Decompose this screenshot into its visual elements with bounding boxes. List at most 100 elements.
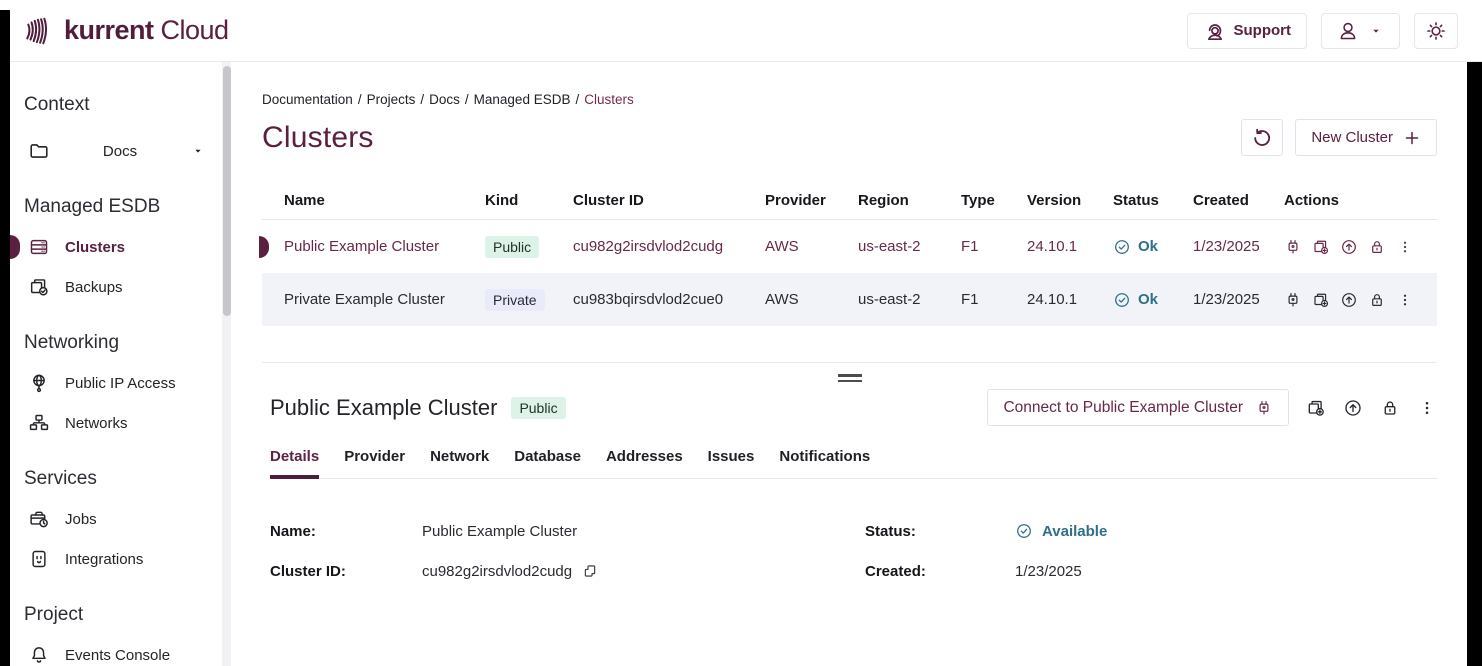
check-circle-icon — [1113, 291, 1131, 309]
tab-network[interactable]: Network — [430, 448, 489, 479]
app-window: kurrentCloud Support Context Docs Manage… — [0, 0, 1482, 666]
connect-plug-icon[interactable] — [1284, 238, 1302, 256]
refresh-button[interactable] — [1241, 119, 1283, 156]
tab-database[interactable]: Database — [514, 448, 581, 479]
new-cluster-label: New Cluster — [1311, 129, 1393, 146]
detail-menu-kebab-icon[interactable] — [1417, 398, 1437, 418]
context-selector-value: Docs — [50, 143, 190, 160]
cell-created: 1/23/2025 — [1193, 238, 1284, 255]
resize-drag-handle[interactable] — [835, 371, 865, 385]
create-backup-icon[interactable] — [1312, 238, 1330, 256]
sidebar-item-label: Public IP Access — [65, 375, 176, 392]
tab-details[interactable]: Details — [270, 448, 319, 479]
cell-provider: AWS — [765, 291, 858, 308]
upgrade-icon[interactable] — [1340, 238, 1358, 256]
field-status: Status: Available — [865, 511, 1437, 551]
brand-wordmark: kurrentCloud — [64, 15, 229, 46]
sidebar-section-networking: Networking — [24, 332, 216, 354]
support-button[interactable]: Support — [1187, 13, 1308, 49]
plus-icon — [1403, 129, 1421, 147]
cell-status: Ok — [1113, 291, 1193, 309]
field-value: Public Example Cluster — [422, 523, 577, 540]
theme-toggle-button[interactable] — [1414, 13, 1458, 49]
create-backup-icon[interactable] — [1306, 398, 1326, 418]
tab-provider[interactable]: Provider — [344, 448, 405, 479]
tab-notifications[interactable]: Notifications — [779, 448, 870, 479]
lock-icon[interactable] — [1368, 291, 1386, 309]
chevron-down-icon — [190, 143, 206, 159]
user-icon — [1337, 20, 1359, 42]
connect-plug-icon[interactable] — [1284, 291, 1302, 309]
sidebar-item-jobs[interactable]: Jobs — [24, 500, 216, 538]
field-value: Available — [1042, 523, 1107, 540]
field-label: Cluster ID: — [270, 563, 422, 580]
sidebar-scrollbar-thumb[interactable] — [223, 66, 231, 316]
upgrade-icon[interactable] — [1343, 398, 1363, 418]
screen-edge-right — [1467, 62, 1482, 666]
connect-plug-icon — [1255, 399, 1273, 417]
tab-issues[interactable]: Issues — [708, 448, 755, 479]
breadcrumb-current: Clusters — [584, 92, 634, 107]
chevron-down-icon — [1368, 23, 1384, 39]
table-row-private-cluster[interactable]: Private Example Cluster Private cu983bqi… — [262, 273, 1437, 326]
sidebar-item-public-ip-access[interactable]: Public IP Access — [24, 364, 216, 402]
table-row-public-cluster[interactable]: Public Example Cluster Public cu982g2irs… — [262, 220, 1437, 273]
row-menu-kebab-icon[interactable] — [1396, 238, 1414, 256]
context-selector[interactable]: Docs — [24, 130, 216, 172]
cell-region: us-east-2 — [858, 238, 961, 255]
column-header-region: Region — [858, 192, 961, 209]
sidebar-scrollbar — [222, 62, 231, 666]
sidebar-item-label: Clusters — [65, 239, 125, 256]
breadcrumb-item[interactable]: Docs — [429, 92, 460, 107]
column-header-created: Created — [1193, 192, 1284, 209]
clusters-table: Name Kind Cluster ID Provider Region Typ… — [262, 182, 1437, 326]
column-header-cluster-id: Cluster ID — [573, 192, 765, 209]
column-header-provider: Provider — [765, 192, 858, 209]
sidebar-item-clusters[interactable]: Clusters — [24, 228, 216, 266]
create-backup-icon[interactable] — [1312, 291, 1330, 309]
sidebar-item-label: Events Console — [65, 647, 170, 664]
account-menu-button[interactable] — [1321, 13, 1400, 49]
breadcrumb-item[interactable]: Projects — [367, 92, 416, 107]
cell-version: 24.10.1 — [1027, 291, 1113, 308]
sidebar-item-label: Jobs — [65, 511, 97, 528]
kurrent-logo-mark — [24, 15, 54, 47]
cell-region: us-east-2 — [858, 291, 961, 308]
breadcrumb-item[interactable]: Documentation — [262, 92, 353, 107]
headset-icon — [1203, 20, 1225, 42]
cell-version: 24.10.1 — [1027, 238, 1113, 255]
detail-title: Public Example Cluster — [270, 395, 497, 421]
lock-icon[interactable] — [1368, 238, 1386, 256]
cluster-detail-panel: Public Example Cluster Public Connect to… — [262, 363, 1437, 591]
breadcrumb: Documentation/Projects/Docs/Managed ESDB… — [262, 92, 1437, 107]
breadcrumb-item[interactable]: Managed ESDB — [474, 92, 571, 107]
field-label: Name: — [270, 523, 422, 540]
check-circle-icon — [1113, 238, 1131, 256]
sidebar-item-integrations[interactable]: Integrations — [24, 540, 216, 578]
globe-icon — [28, 372, 50, 394]
column-header-type: Type — [961, 192, 1027, 209]
copy-icon[interactable] — [582, 563, 598, 579]
new-cluster-button[interactable]: New Cluster — [1295, 119, 1437, 156]
sidebar-section-managed-esdb: Managed ESDB — [24, 196, 216, 218]
field-value: 1/23/2025 — [1015, 563, 1082, 580]
field-value: cu982g2irsdvlod2cudg — [422, 563, 572, 580]
connect-button[interactable]: Connect to Public Example Cluster — [987, 389, 1289, 426]
briefcase-clock-icon — [28, 508, 50, 530]
screen-edge-left — [0, 10, 10, 666]
sidebar-item-events-console[interactable]: Events Console — [24, 636, 216, 666]
column-header-version: Version — [1027, 192, 1113, 209]
row-menu-kebab-icon[interactable] — [1396, 291, 1414, 309]
cell-actions — [1284, 291, 1437, 309]
detail-fields: Name: Public Example Cluster Cluster ID:… — [270, 511, 1437, 591]
upgrade-icon[interactable] — [1340, 291, 1358, 309]
sidebar-item-networks[interactable]: Networks — [24, 404, 216, 442]
tab-addresses[interactable]: Addresses — [606, 448, 683, 479]
field-name: Name: Public Example Cluster — [270, 511, 865, 551]
sidebar-section-services: Services — [24, 468, 216, 490]
lock-icon[interactable] — [1380, 398, 1400, 418]
sidebar-item-backups[interactable]: Backups — [24, 268, 216, 306]
brand-logo[interactable]: kurrentCloud — [24, 15, 229, 47]
connect-button-label: Connect to Public Example Cluster — [1003, 399, 1243, 417]
sidebar: Context Docs Managed ESDB Clusters Backu… — [10, 62, 222, 666]
